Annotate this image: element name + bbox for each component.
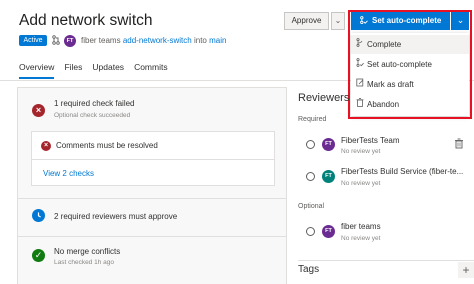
comments-text: Comments must be resolved: [56, 141, 158, 150]
optional-label: Optional: [298, 203, 325, 210]
source-branch-link[interactable]: add-network-switch: [123, 36, 192, 45]
tab-overview[interactable]: Overview: [19, 62, 55, 79]
required-label: Required: [298, 116, 327, 123]
merge-status-text: No merge conflicts: [54, 247, 121, 256]
trash-icon[interactable]: [454, 138, 464, 149]
tab-bar: Overview Files Updates Commits: [19, 62, 178, 79]
status-badge: Active: [19, 35, 47, 46]
avatar: FT: [322, 170, 335, 183]
checks-box-divider: [31, 159, 275, 160]
error-small-icon: ×: [41, 141, 51, 151]
reviewer-name[interactable]: FiberTests Build Service (fiber-te...: [341, 167, 463, 176]
avatar: FT: [322, 225, 335, 238]
approve-button[interactable]: Approve: [284, 12, 329, 30]
reviewer-name[interactable]: fiber teams: [341, 222, 381, 231]
chevron-down-icon[interactable]: ⌄: [331, 12, 345, 30]
checks-sub-text: Optional check succeeded: [54, 112, 131, 119]
checks-failed-text: 1 required check failed: [54, 99, 135, 108]
merge-sub-text: Last checked 1h ago: [54, 259, 114, 266]
clock-icon: [32, 209, 45, 222]
pull-request-icon: [52, 35, 60, 47]
reviewer-vote-radio[interactable]: [306, 140, 315, 149]
view-checks-link[interactable]: View 2 checks: [43, 169, 94, 178]
separator: [18, 236, 286, 237]
page-title: Add network switch: [19, 12, 153, 29]
separator: [18, 198, 286, 199]
avatar: FT: [322, 138, 335, 151]
reviewers-required-text: 2 required reviewers must approve: [54, 212, 178, 221]
reviewer-name[interactable]: FiberTests Team: [341, 136, 400, 145]
add-tag-button[interactable]: +: [458, 262, 474, 278]
tab-commits[interactable]: Commits: [134, 62, 168, 79]
tags-title: Tags: [298, 264, 320, 275]
reviewers-title: Reviewers: [298, 92, 350, 104]
pr-meta: fiber teams add-network-switch into main: [81, 36, 226, 45]
reviewer-status: No review yet: [341, 180, 381, 187]
tags-divider: [298, 260, 474, 261]
reviewer-status: No review yet: [341, 148, 381, 155]
target-branch-link[interactable]: main: [209, 36, 226, 45]
highlight-frame: [348, 10, 472, 119]
reviewer-status: No review yet: [341, 235, 381, 242]
tab-updates[interactable]: Updates: [92, 62, 124, 79]
checkmark-icon: ✓: [32, 249, 45, 262]
avatar[interactable]: FT: [64, 35, 76, 47]
reviewer-vote-radio[interactable]: [306, 172, 315, 181]
tab-files[interactable]: Files: [64, 62, 82, 79]
author-name[interactable]: fiber teams: [81, 36, 121, 45]
error-icon: ×: [32, 104, 45, 117]
into-text: into: [193, 36, 207, 45]
reviewer-vote-radio[interactable]: [306, 227, 315, 236]
